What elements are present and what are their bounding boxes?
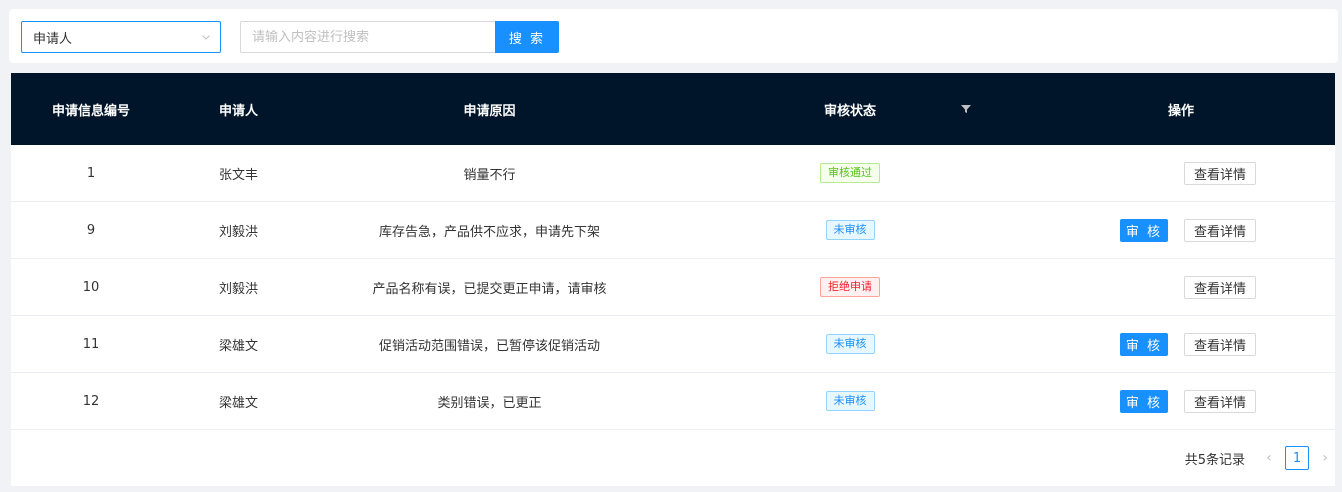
cell-applicant: 梁雄文 xyxy=(218,395,258,411)
audit-button[interactable]: 审 核 xyxy=(1120,333,1168,356)
view-details-button[interactable]: 查看详情 xyxy=(1184,276,1256,299)
table-row: 9 刘毅洪 库存告急，产品供不应求，申请先下架 未审核 审 核 查看详情 xyxy=(11,202,1335,259)
cell-status: 未审核 xyxy=(673,220,1027,240)
view-details-button[interactable]: 查看详情 xyxy=(1184,333,1256,356)
audit-button[interactable]: 审 核 xyxy=(1120,219,1168,242)
table-row: 12 梁雄文 类别错误，已更正 未审核 审 核 查看详情 xyxy=(11,373,1335,430)
search-field-select[interactable]: 申请人 xyxy=(21,21,221,53)
cell-reason: 库存告急，产品供不应求，申请先下架 xyxy=(378,224,600,240)
header-status: 审核状态 xyxy=(673,100,1027,119)
cell-id: 12 xyxy=(82,393,100,409)
cell-applicant: 刘毅洪 xyxy=(218,224,258,240)
cell-reason: 类别错误，已更正 xyxy=(437,395,542,411)
cell-status: 审核通过 xyxy=(673,163,1027,183)
header-id: 申请信息编号 xyxy=(51,103,130,119)
application-table: 申请信息编号 申请人 申请原因 审核状态 操作 1 张文丰 销量不行 审核通过 … xyxy=(11,73,1335,486)
page-number-button[interactable]: 1 xyxy=(1285,446,1309,470)
status-badge: 审核通过 xyxy=(820,163,880,183)
cell-reason: 产品名称有误，已提交更正申请，请审核 xyxy=(372,281,607,297)
chevron-down-icon xyxy=(202,35,210,40)
table-row: 10 刘毅洪 产品名称有误，已提交更正申请，请审核 拒绝申请 查看详情 xyxy=(11,259,1335,316)
cell-applicant: 刘毅洪 xyxy=(218,281,258,297)
status-badge: 未审核 xyxy=(825,220,875,240)
select-value: 申请人 xyxy=(33,31,73,47)
pagination: 共5条记录 ‹ 1 › xyxy=(1185,446,1335,470)
cell-id: 1 xyxy=(86,165,96,181)
table-row: 11 梁雄文 促销活动范围错误，已暂停该促销活动 未审核 审 核 查看详情 xyxy=(11,316,1335,373)
audit-button[interactable]: 审 核 xyxy=(1120,390,1168,413)
view-details-button[interactable]: 查看详情 xyxy=(1184,390,1256,413)
cell-applicant: 张文丰 xyxy=(218,167,258,183)
cell-id: 10 xyxy=(82,279,100,295)
filter-icon[interactable] xyxy=(961,104,971,114)
table-header: 申请信息编号 申请人 申请原因 审核状态 操作 xyxy=(11,73,1335,145)
status-badge: 未审核 xyxy=(825,391,875,411)
search-input[interactable] xyxy=(240,21,495,53)
status-badge: 拒绝申请 xyxy=(820,277,880,297)
chevron-right-icon[interactable]: › xyxy=(1315,447,1335,469)
cell-id: 11 xyxy=(82,336,100,352)
pagination-total: 共5条记录 xyxy=(1184,452,1245,468)
cell-id: 9 xyxy=(86,222,96,238)
view-details-button[interactable]: 查看详情 xyxy=(1184,162,1256,185)
header-status-label: 审核状态 xyxy=(823,103,876,119)
table-row: 1 张文丰 销量不行 审核通过 查看详情 xyxy=(11,145,1335,202)
cell-status: 未审核 xyxy=(673,334,1027,354)
cell-reason: 销量不行 xyxy=(463,167,516,183)
cell-status: 拒绝申请 xyxy=(673,277,1027,297)
cell-applicant: 梁雄文 xyxy=(218,338,258,354)
header-actions: 操作 xyxy=(1167,103,1194,119)
status-badge: 未审核 xyxy=(825,334,875,354)
cell-reason: 促销活动范围错误，已暂停该促销活动 xyxy=(378,338,600,354)
view-details-button[interactable]: 查看详情 xyxy=(1184,219,1256,242)
header-reason: 申请原因 xyxy=(463,103,516,119)
table-body: 1 张文丰 销量不行 审核通过 查看详情 9 刘毅洪 库存告急，产品供不应求，申… xyxy=(11,145,1335,430)
search-button[interactable]: 搜 索 xyxy=(495,21,559,53)
search-bar: 申请人 搜 索 xyxy=(9,9,1338,63)
chevron-left-icon[interactable]: ‹ xyxy=(1259,447,1279,469)
header-applicant: 申请人 xyxy=(218,103,258,119)
cell-status: 未审核 xyxy=(673,391,1027,411)
